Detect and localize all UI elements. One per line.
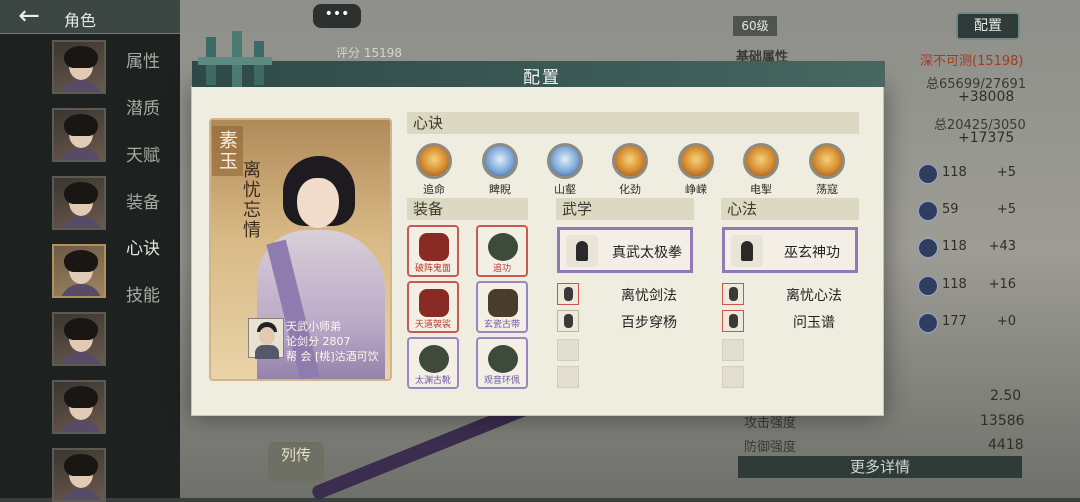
owner-guild: 帮 会 [桃]沽酒可饮 — [286, 350, 379, 363]
skill-orb-icon — [547, 143, 583, 179]
attribute-icon — [918, 313, 938, 333]
fist-stance-icon — [566, 235, 598, 267]
character-title: 离忧忘情 — [240, 160, 261, 240]
boots-icon — [419, 345, 449, 373]
equip-slot-4[interactable]: 玄瓷古带 — [476, 281, 528, 333]
meditation-icon — [722, 283, 744, 305]
level-badge: 60级 — [733, 16, 777, 36]
ratio-value: 2.50 — [990, 388, 1022, 404]
attribute-icon — [918, 201, 938, 221]
delta-1: +38008 — [958, 89, 1015, 105]
equip-slot-1[interactable]: 破阵鬼面 — [407, 225, 459, 277]
character-avatar-5[interactable] — [52, 312, 106, 366]
character-avatar-6[interactable] — [52, 380, 106, 434]
character-avatar-1[interactable] — [52, 40, 106, 94]
equipment-section-header: 装备 — [407, 198, 528, 220]
xinjue-skill-4[interactable]: 化劲 — [605, 143, 655, 196]
jade-pendant-icon — [488, 345, 518, 373]
sidebar-header: ← 角色 — [0, 0, 180, 34]
xinjue-skill-7[interactable]: 荡寇 — [802, 143, 852, 196]
tab-talent[interactable]: 天赋 — [126, 141, 176, 166]
tab-equipment[interactable]: 装备 — [126, 188, 176, 213]
score-display: 评分 15198 — [336, 44, 402, 61]
martial-sub-skill-1[interactable]: 离忧剑法 — [557, 283, 707, 305]
mask-icon — [419, 233, 449, 261]
biography-button[interactable]: 列传 — [268, 442, 324, 482]
tab-xinjue[interactable]: 心诀 — [126, 234, 176, 259]
archer-stance-icon — [557, 310, 579, 332]
config-button[interactable]: 配置 — [956, 12, 1020, 40]
mind-section-header: 心法 — [721, 198, 859, 220]
tab-skills[interactable]: 技能 — [126, 281, 176, 306]
meditation-icon — [722, 310, 744, 332]
empty-skill-slot[interactable] — [557, 366, 579, 388]
lantern-decoration-icon — [198, 31, 272, 87]
equip-slot-6[interactable]: 观音环佩 — [476, 337, 528, 389]
defense-label: 防御强度 — [744, 440, 797, 455]
xinjue-skill-2[interactable]: 睥睨 — [475, 143, 525, 196]
character-avatar-7[interactable] — [52, 448, 106, 502]
equip-slot-2[interactable]: 追功 — [476, 225, 528, 277]
xinjue-skill-3[interactable]: 山壑 — [540, 143, 590, 196]
modal-title: 配置 — [523, 68, 561, 88]
skill-orb-icon — [416, 143, 452, 179]
empty-skill-slot[interactable] — [722, 339, 744, 361]
character-portrait: 素玉 离忧忘情 天武小师弟 论剑分 2807 帮 会 [桃]沽酒可饮 — [209, 118, 392, 381]
attr-row-4: 118 +16 — [888, 274, 1028, 298]
more-details-button[interactable]: 更多详情 — [738, 456, 1022, 478]
attribute-icon — [918, 276, 938, 296]
empty-skill-slot[interactable] — [557, 339, 579, 361]
xinjue-skill-6[interactable]: 电掣 — [736, 143, 786, 196]
empty-skill-slot[interactable] — [722, 366, 744, 388]
owner-score: 论剑分 2807 — [286, 335, 351, 348]
knuckle-icon — [488, 233, 518, 261]
chat-bubble-icon[interactable]: ••• — [313, 4, 361, 28]
attr-row-2: 59 +5 — [888, 199, 1028, 223]
rank-text: 深不可测(15198) — [920, 54, 1024, 69]
belt-icon — [488, 289, 518, 317]
owner-card: 天武小师弟 论剑分 2807 帮 会 [桃]沽酒可饮 — [232, 316, 388, 378]
sidebar-title: 角色 — [64, 11, 97, 30]
tab-potential[interactable]: 潜质 — [126, 94, 176, 119]
martial-sub-skill-2[interactable]: 百步穿杨 — [557, 310, 707, 332]
owner-avatar — [248, 318, 284, 359]
delta-2: +17375 — [958, 130, 1015, 146]
skill-orb-icon — [809, 143, 845, 179]
xinjue-section-header: 心诀 — [407, 112, 859, 134]
defense-value: 4418 — [988, 437, 1024, 453]
mind-sub-skill-2[interactable]: 问玉谱 — [722, 310, 872, 332]
skill-orb-icon — [612, 143, 648, 179]
tab-attributes[interactable]: 属性 — [126, 47, 176, 72]
back-arrow-icon[interactable]: ← — [6, 2, 52, 32]
score-value: 15198 — [363, 46, 403, 60]
character-avatar-4[interactable] — [52, 244, 106, 298]
mind-sub-skill-1[interactable]: 离忧心法 — [722, 283, 872, 305]
xinjue-skill-5[interactable]: 峥嵘 — [671, 143, 721, 196]
martial-main-skill[interactable]: 真武太极拳 — [557, 227, 693, 273]
meditation-icon — [731, 235, 763, 267]
config-modal: 配置 素玉 离忧忘情 天武小师弟 论剑分 2807 帮 会 [桃]沽酒可饮 心诀… — [191, 31, 885, 416]
mind-main-skill[interactable]: 巫玄神功 — [722, 227, 858, 273]
martial-section-header: 武学 — [556, 198, 694, 220]
score-label: 评分 — [336, 46, 361, 60]
sidebar: ← 角色 属性 潜质 天赋 装备 心诀 技能 — [0, 0, 180, 502]
character-avatar-2[interactable] — [52, 108, 106, 162]
attack-value: 13586 — [980, 413, 1025, 429]
owner-name: 天武小师弟 — [286, 320, 341, 333]
xinjue-skill-1[interactable]: 追命 — [409, 143, 459, 196]
armor-icon — [419, 289, 449, 317]
attr-row-3: 118 +43 — [888, 236, 1028, 260]
sword-stance-icon — [557, 283, 579, 305]
equip-slot-5[interactable]: 太渊古靴 — [407, 337, 459, 389]
skill-orb-icon — [678, 143, 714, 179]
equip-slot-3[interactable]: 天道袈裟 — [407, 281, 459, 333]
attr-row-1: 118 +5 — [888, 162, 1028, 186]
attr-row-5: 177 +0 — [888, 311, 1028, 335]
character-avatar-3[interactable] — [52, 176, 106, 230]
attribute-icon — [918, 238, 938, 258]
attribute-icon — [918, 164, 938, 184]
skill-orb-icon — [482, 143, 518, 179]
skill-orb-icon — [743, 143, 779, 179]
